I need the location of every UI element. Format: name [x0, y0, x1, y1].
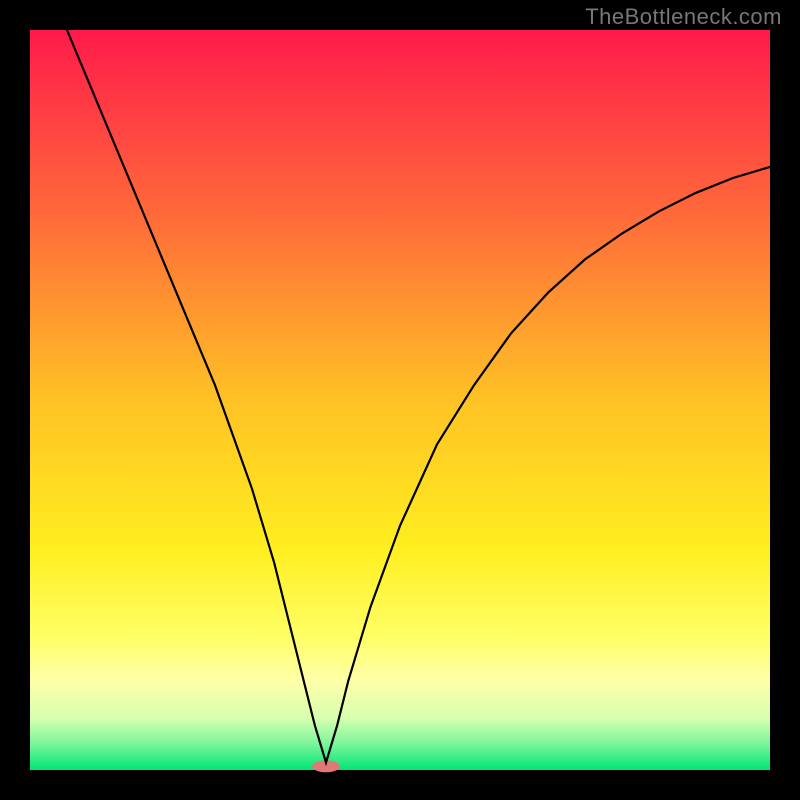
chart-frame: TheBottleneck.com: [0, 0, 800, 800]
bottleneck-chart: [0, 0, 800, 800]
plot-background: [30, 30, 770, 770]
